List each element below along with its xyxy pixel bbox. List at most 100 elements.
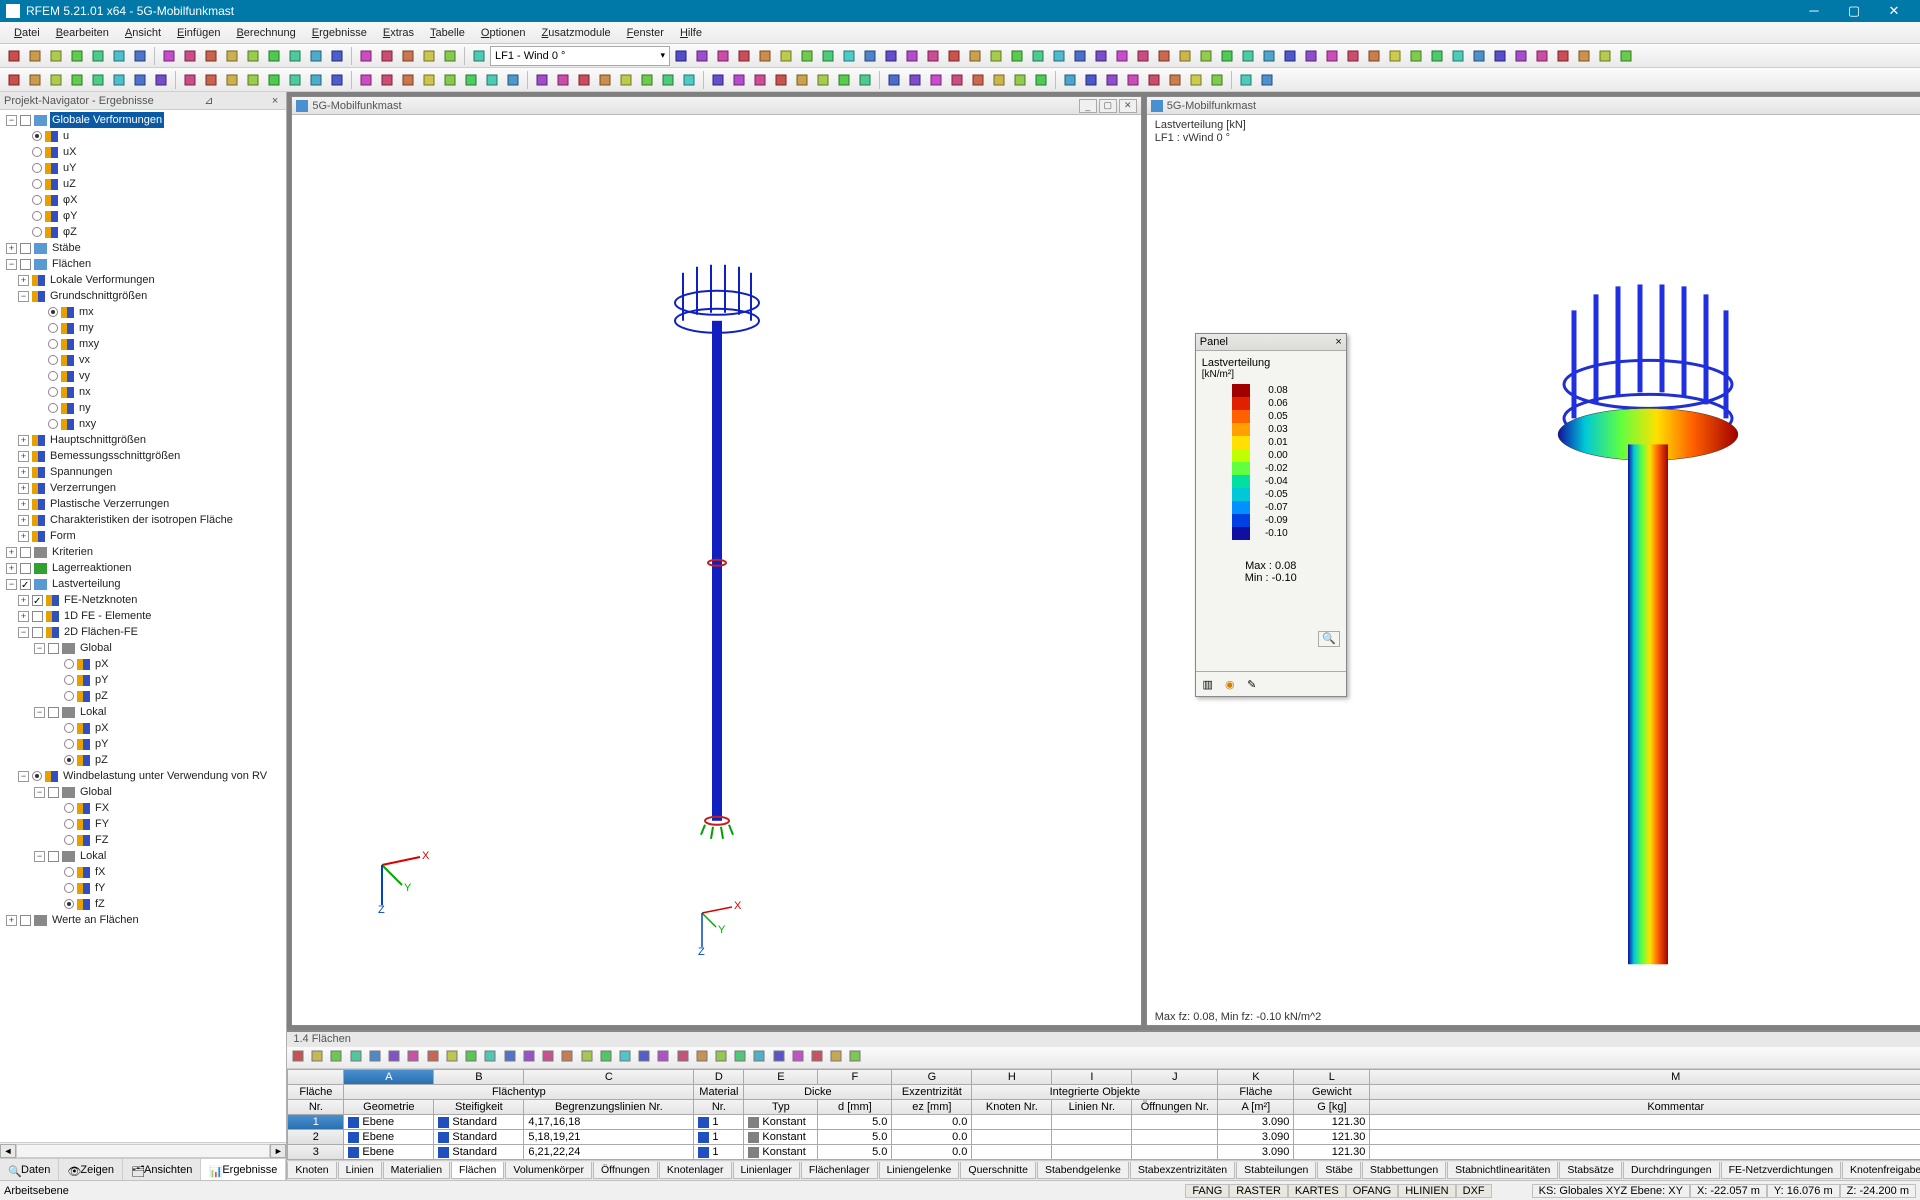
grid-cell[interactable]: Geometrie xyxy=(344,1100,434,1115)
toolbar-button[interactable] xyxy=(1154,46,1174,66)
toolbar-button[interactable] xyxy=(1031,70,1051,90)
grid-cell[interactable] xyxy=(1370,1130,1920,1145)
toolbar-button[interactable] xyxy=(708,70,728,90)
toolbar-button[interactable] xyxy=(1196,46,1216,66)
grid-cell[interactable]: 0.0 xyxy=(892,1145,972,1160)
table-tb-button[interactable] xyxy=(483,1049,501,1067)
tree-node[interactable]: fY xyxy=(2,880,284,896)
toolbar-button[interactable] xyxy=(1123,70,1143,90)
tree-node[interactable]: uY xyxy=(2,160,284,176)
tree-node[interactable]: −Lokal xyxy=(2,704,284,720)
grid-cell[interactable]: ez [mm] xyxy=(892,1100,972,1115)
grid-cell[interactable]: 5.0 xyxy=(818,1145,892,1160)
tree-node[interactable]: +Hauptschnittgrößen xyxy=(2,432,284,448)
table-tb-button[interactable] xyxy=(791,1049,809,1067)
toolbar-button[interactable] xyxy=(1532,46,1552,66)
tree-node[interactable]: FX xyxy=(2,800,284,816)
btab-stabnichtlinearitäten[interactable]: Stabnichtlinearitäten xyxy=(1447,1162,1558,1179)
table-tb-button[interactable] xyxy=(426,1049,444,1067)
toolbar-button[interactable] xyxy=(151,70,171,90)
grid-cell[interactable]: Öffnungen Nr. xyxy=(1132,1100,1218,1115)
toolbar-button[interactable] xyxy=(1165,70,1185,90)
toolbar-button[interactable] xyxy=(1028,46,1048,66)
btab-volumenkörper[interactable]: Volumenkörper xyxy=(505,1162,592,1179)
toolbar-button[interactable] xyxy=(926,70,946,90)
grid-cell[interactable]: Nr. xyxy=(694,1100,744,1115)
legend-panel[interactable]: Panel × Lastverteilung [kN/m²] 0.080.060… xyxy=(1195,333,1347,697)
tree-node[interactable]: vy xyxy=(2,368,284,384)
table-tb-button[interactable] xyxy=(752,1049,770,1067)
tree-node[interactable]: +Spannungen xyxy=(2,464,284,480)
view2-canvas[interactable]: Lastverteilung [kN] LF1 : vWind 0 ° xyxy=(1147,115,1920,1025)
table-tb-button[interactable] xyxy=(291,1049,309,1067)
toolbar-button[interactable] xyxy=(671,46,691,66)
tree-node[interactable]: φZ xyxy=(2,224,284,240)
toolbar-button[interactable] xyxy=(965,46,985,66)
tree-node[interactable]: −Globale Verformungen xyxy=(2,112,284,128)
tree-node[interactable]: uX xyxy=(2,144,284,160)
toolbar-button[interactable] xyxy=(692,46,712,66)
grid-cell[interactable]: Kommentar xyxy=(1370,1100,1920,1115)
toolbar-button[interactable] xyxy=(797,46,817,66)
btab-öffnungen[interactable]: Öffnungen xyxy=(593,1162,658,1179)
toolbar-button[interactable] xyxy=(1081,70,1101,90)
tree-node[interactable]: +FE-Netzknoten xyxy=(2,592,284,608)
toolbar-button[interactable] xyxy=(201,46,221,66)
grid-cell[interactable]: Exzentrizität xyxy=(892,1085,972,1100)
navigator-hscroll[interactable]: ◄► xyxy=(0,1142,286,1158)
toolbar-button[interactable] xyxy=(884,70,904,90)
tree-node[interactable]: fX xyxy=(2,864,284,880)
view1-min-button[interactable]: _ xyxy=(1079,99,1097,113)
grid-cell[interactable] xyxy=(972,1145,1052,1160)
toolbar-button[interactable] xyxy=(159,46,179,66)
maximize-button[interactable]: ▢ xyxy=(1834,0,1874,22)
toolbar-button[interactable] xyxy=(4,70,24,90)
tree-node[interactable]: my xyxy=(2,320,284,336)
grid-cell[interactable]: C xyxy=(524,1070,694,1085)
tree-node[interactable]: +Kriterien xyxy=(2,544,284,560)
toolbar-button[interactable] xyxy=(839,46,859,66)
table-tb-button[interactable] xyxy=(829,1049,847,1067)
toolbar-button[interactable] xyxy=(482,70,502,90)
view1-max-button[interactable]: ▢ xyxy=(1099,99,1117,113)
toolbar-button[interactable] xyxy=(109,70,129,90)
btab-linien[interactable]: Linien xyxy=(338,1162,382,1179)
table-tb-button[interactable] xyxy=(637,1049,655,1067)
grid-cell[interactable] xyxy=(1052,1130,1132,1145)
tree-node[interactable]: +Stäbe xyxy=(2,240,284,256)
toolbar-button[interactable] xyxy=(1102,70,1122,90)
grid-cell[interactable] xyxy=(1052,1145,1132,1160)
toolbar-button[interactable] xyxy=(1257,70,1277,90)
toolbar-button[interactable] xyxy=(574,70,594,90)
toolbar-button[interactable] xyxy=(1217,46,1237,66)
toolbar-button[interactable] xyxy=(327,70,347,90)
toolbar-button[interactable] xyxy=(1010,70,1030,90)
navigator-pin-icon[interactable]: ⊿ xyxy=(204,94,213,107)
grid-cell[interactable]: G xyxy=(892,1070,972,1085)
grid-cell[interactable]: Standard xyxy=(434,1145,524,1160)
grid-cell[interactable]: 3.090 xyxy=(1218,1130,1294,1145)
toolbar-button[interactable] xyxy=(1186,70,1206,90)
nav-tab-daten[interactable]: 🔍Daten xyxy=(0,1159,59,1180)
toolbar-button[interactable] xyxy=(398,46,418,66)
toolbar-button[interactable] xyxy=(327,46,347,66)
grid-cell[interactable]: Dicke xyxy=(744,1085,892,1100)
tree-node[interactable]: −Grundschnittgrößen xyxy=(2,288,284,304)
toolbar-button[interactable] xyxy=(4,46,24,66)
toolbar-button[interactable] xyxy=(818,46,838,66)
toolbar-button[interactable] xyxy=(813,70,833,90)
btab-fe-netzverdichtungen[interactable]: FE-Netzverdichtungen xyxy=(1721,1162,1841,1179)
grid-cell[interactable]: H xyxy=(972,1070,1052,1085)
toolbar-button[interactable] xyxy=(377,70,397,90)
table-tb-button[interactable] xyxy=(676,1049,694,1067)
grid-cell[interactable]: Steifigkeit xyxy=(434,1100,524,1115)
menu-zusatzmodule[interactable]: Zusatzmodule xyxy=(534,25,619,41)
toolbar-button[interactable] xyxy=(553,70,573,90)
btab-stabsätze[interactable]: Stabsätze xyxy=(1559,1162,1622,1179)
grid-cell[interactable]: 0.0 xyxy=(892,1115,972,1130)
legend-tool-1[interactable]: ▥ xyxy=(1200,676,1216,692)
grid-cell[interactable]: A xyxy=(344,1070,434,1085)
toolbar-button[interactable] xyxy=(440,46,460,66)
grid-cell[interactable]: Fläche xyxy=(1218,1085,1294,1100)
tree-node[interactable]: ny xyxy=(2,400,284,416)
